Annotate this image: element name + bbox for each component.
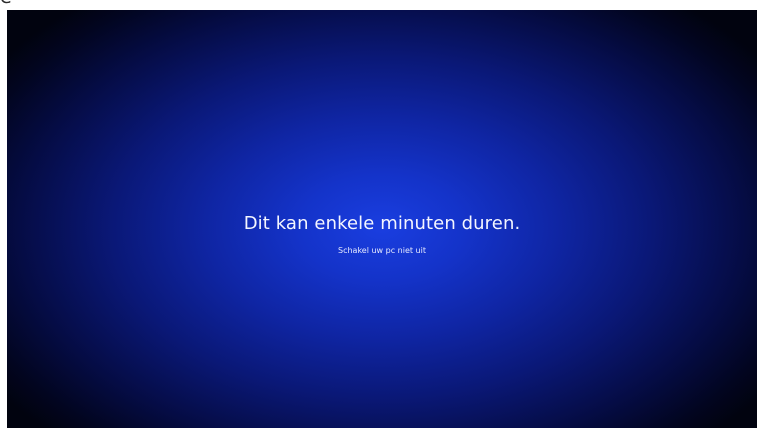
windows-update-screen: Dit kan enkele minuten duren. Schakel uw… <box>7 10 757 428</box>
screenshot-page: e Dit kan enkele minuten duren. Schakel … <box>0 0 757 428</box>
update-message-block: Dit kan enkele minuten duren. Schakel uw… <box>7 212 757 256</box>
update-sub-message: Schakel uw pc niet uit <box>338 246 426 255</box>
top-strip-text: e <box>0 0 12 7</box>
update-main-message: Dit kan enkele minuten duren. <box>243 213 521 234</box>
